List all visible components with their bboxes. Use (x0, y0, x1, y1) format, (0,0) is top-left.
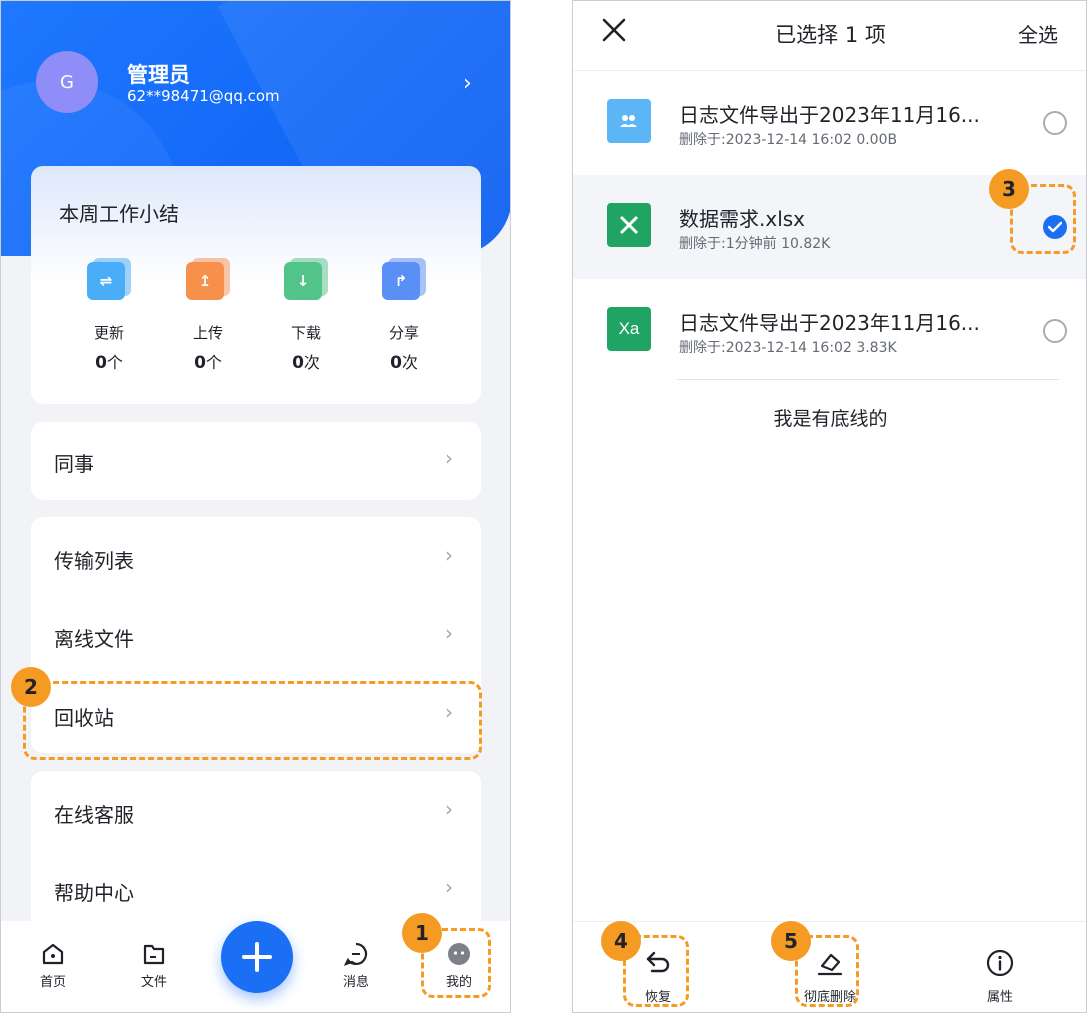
profile-screen: G 管理员 62**98471@qq.com › 本周工作小结 ⇌ 更新 0个 … (0, 0, 511, 1013)
end-of-list-note: 我是有底线的 (773, 408, 888, 430)
file-meta: 删除于:1分钟前 10.82K (679, 236, 831, 252)
file-name: 日志文件导出于2023年11月16... (679, 311, 980, 335)
menu-item-label: 传输列表 (54, 549, 134, 573)
add-button[interactable] (221, 921, 293, 993)
stat-upload[interactable]: ↥ 上传 0个 (168, 258, 248, 373)
file-name: 数据需求.xlsx (679, 207, 806, 231)
shared-folder-icon (607, 99, 651, 143)
stat-download[interactable]: ↓ 下载 0次 (266, 258, 346, 373)
file-row[interactable]: 日志文件导出于2023年11月16... 删除于:2023-12-14 16:0… (573, 71, 1086, 175)
tab-files[interactable]: 文件 (124, 941, 184, 990)
user-name: 管理员 (127, 63, 190, 87)
file-row[interactable]: Xa 日志文件导出于2023年11月16... 删除于:2023-12-14 1… (573, 279, 1086, 383)
select-radio[interactable] (1043, 111, 1067, 135)
chevron-right-icon: › (445, 797, 453, 821)
select-all-button[interactable]: 全选 (1018, 19, 1058, 48)
chevron-right-icon: › (445, 621, 453, 645)
stat-share[interactable]: ↱ 分享 0次 (364, 258, 444, 373)
weekly-summary-card: 本周工作小结 ⇌ 更新 0个 ↥ 上传 0个 ↓ 下载 0次 ↱ 分享 0次 (31, 166, 481, 404)
annotation-badge: 3 (989, 169, 1029, 209)
select-radio[interactable] (1043, 319, 1067, 343)
annotation-highlight-recycle-bin (23, 681, 482, 760)
file-meta: 删除于:2023-12-14 16:02 0.00B (679, 132, 898, 148)
annotation-badge: 1 (402, 913, 442, 953)
user-email: 62**98471@qq.com (127, 87, 280, 105)
menu-item-label: 同事 (54, 452, 94, 476)
excel-icon (607, 203, 651, 247)
home-icon (42, 943, 64, 965)
menu-item-label: 帮助中心 (54, 881, 134, 905)
tab-label: 文件 (140, 975, 167, 990)
annotation-badge: 5 (771, 921, 811, 961)
tab-label: 首页 (39, 975, 66, 990)
support-menu-card: 在线客服 › 帮助中心 › (31, 771, 481, 931)
update-icon: ⇌ (87, 258, 131, 300)
excel-online-icon: Xa (607, 307, 651, 351)
menu-item-label: 离线文件 (54, 627, 134, 651)
stat-label: 下载 (290, 324, 321, 342)
stat-label: 上传 (192, 324, 223, 342)
stat-value: 0次 (390, 353, 418, 373)
file-meta: 删除于:2023-12-14 16:02 3.83K (679, 340, 897, 356)
summary-title: 本周工作小结 (59, 202, 179, 226)
tab-label: 消息 (342, 975, 369, 990)
tab-home[interactable]: 首页 (23, 941, 83, 990)
menu-item-colleagues[interactable]: 同事 › (31, 422, 481, 500)
download-icon: ↓ (284, 258, 328, 300)
colleagues-card: 同事 › (31, 422, 481, 500)
chevron-right-icon: › (445, 875, 453, 899)
annotation-badge: 4 (601, 921, 641, 961)
stat-value: 0次 (292, 353, 320, 373)
chevron-right-icon: › (445, 446, 453, 470)
upload-icon: ↥ (186, 258, 230, 300)
recycle-bin-screen: 已选择 1 项 全选 日志文件导出于2023年11月16... 删除于:2023… (572, 0, 1087, 1013)
stat-label: 更新 (93, 324, 124, 342)
file-name: 日志文件导出于2023年11月16... (679, 103, 980, 127)
chevron-right-icon: › (445, 543, 453, 567)
stat-update[interactable]: ⇌ 更新 0个 (69, 258, 149, 373)
avatar[interactable]: G (36, 51, 98, 113)
menu-item-online-service[interactable]: 在线客服 › (31, 773, 481, 851)
tab-messages[interactable]: 消息 (326, 941, 386, 990)
list-divider (677, 379, 1059, 380)
stat-value: 0个 (194, 353, 222, 373)
menu-item-offline-files[interactable]: 离线文件 › (31, 597, 481, 675)
properties-button[interactable]: 属性 (950, 948, 1050, 1005)
message-icon (343, 942, 368, 966)
menu-item-transfer-list[interactable]: 传输列表 › (31, 519, 481, 597)
action-label: 属性 (986, 990, 1013, 1005)
menu-item-label: 在线客服 (54, 803, 134, 827)
info-icon (986, 949, 1014, 977)
annotation-badge: 2 (11, 667, 51, 707)
share-icon: ↱ (382, 258, 426, 300)
stat-label: 分享 (388, 324, 419, 342)
selection-title: 已选择 1 项 (775, 23, 886, 47)
folder-icon (143, 944, 165, 965)
plus-icon (242, 942, 272, 972)
selection-header: 已选择 1 项 全选 (573, 1, 1086, 71)
stat-value: 0个 (95, 353, 123, 373)
profile-chevron-icon[interactable]: › (463, 71, 472, 96)
